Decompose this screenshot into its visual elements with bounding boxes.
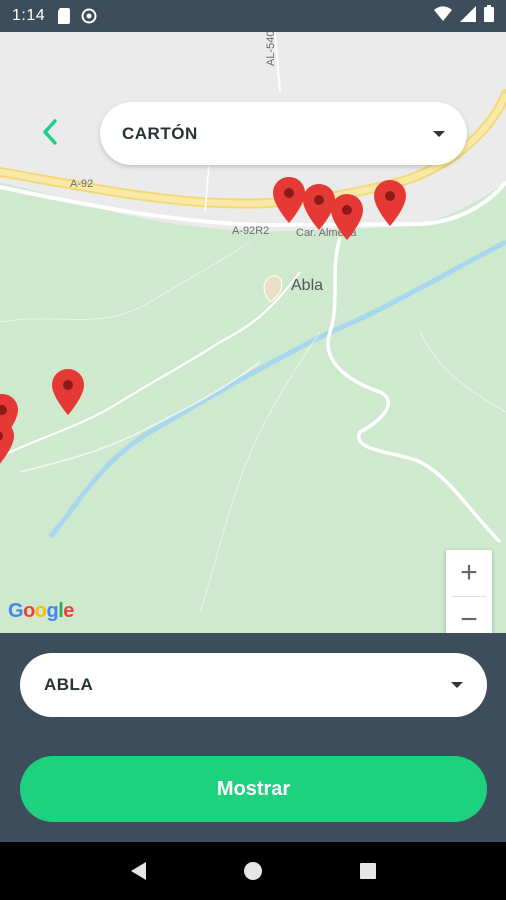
show-button[interactable]: Mostrar (20, 756, 487, 822)
zoom-controls: + − (446, 550, 492, 633)
back-button[interactable] (28, 118, 72, 150)
road-label-a92: A-92 (70, 178, 94, 190)
zoom-out-button[interactable]: − (446, 597, 492, 633)
chevron-left-icon (42, 118, 58, 150)
map-view[interactable]: A-92 A-92R2 AL-5405 Car. Almería Abla CA… (0, 32, 506, 633)
status-bar: 1:14 (0, 0, 506, 32)
logo-letter: e (63, 600, 74, 622)
zoom-in-button[interactable]: + (446, 550, 492, 596)
nav-home-button[interactable] (233, 851, 273, 891)
google-logo: Google (8, 600, 74, 623)
town-select-value: ABLA (44, 675, 94, 694)
navigation-bar (0, 842, 506, 900)
map-pin[interactable] (273, 177, 305, 223)
battery-icon (484, 5, 494, 27)
sd-card-icon (57, 8, 71, 24)
map-pin[interactable] (0, 420, 14, 466)
app-screen: 1:14 A-92 A-92R2 AL-5405 Car. Almería Ab… (0, 0, 506, 900)
material-select[interactable]: CARTÓN (100, 102, 467, 165)
town-label: Abla (291, 277, 324, 294)
bottom-panel: ABLA Mostrar (0, 633, 506, 842)
logo-letter: o (34, 600, 47, 622)
logo-letter: o (23, 600, 35, 622)
material-select-value: CARTÓN (122, 123, 198, 143)
wifi-icon (434, 5, 452, 27)
no-disturb-icon (81, 8, 97, 24)
dropdown-arrow-icon (451, 682, 463, 688)
town-select[interactable]: ABLA (20, 653, 487, 717)
square-recents-icon (360, 863, 377, 879)
logo-letter: g (46, 600, 59, 622)
triangle-back-icon (130, 862, 146, 880)
nav-back-button[interactable] (118, 851, 158, 891)
nav-recents-button[interactable] (348, 851, 388, 891)
circle-home-icon (243, 862, 262, 880)
dropdown-arrow-icon (433, 130, 445, 137)
road-label-al5405: AL-5405 (265, 32, 277, 66)
logo-letter: G (8, 600, 24, 622)
road-label-a92r2: A-92R2 (232, 225, 270, 237)
map-pin[interactable] (52, 369, 84, 415)
signal-icon (460, 5, 476, 27)
map-pin[interactable] (374, 180, 406, 226)
map-pin[interactable] (331, 194, 363, 240)
status-time: 1:14 (12, 7, 46, 24)
